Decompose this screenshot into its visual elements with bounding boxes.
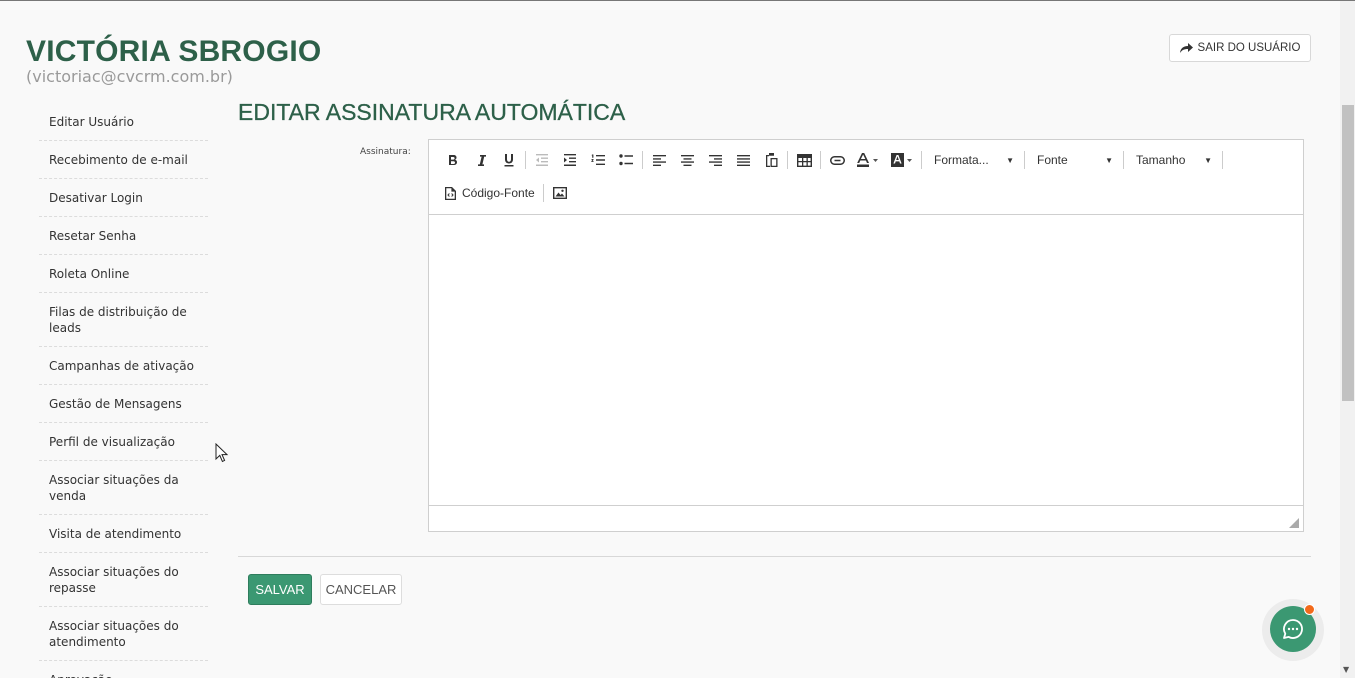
toolbar-separator bbox=[525, 151, 526, 169]
page-scrollbar[interactable]: ▼ bbox=[1340, 1, 1355, 678]
user-email: (victoriac@cvcrm.com.br) bbox=[26, 67, 233, 86]
scrollbar-thumb[interactable] bbox=[1342, 105, 1354, 401]
paste-text-button[interactable] bbox=[757, 149, 785, 171]
user-name: VICTÓRIA SBROGIO bbox=[26, 35, 322, 68]
scroll-down-arrow-icon[interactable]: ▼ bbox=[1343, 665, 1349, 674]
logout-button[interactable]: SAIR DO USUÁRIO bbox=[1169, 34, 1311, 62]
sidebar-item-aprovacao[interactable]: Aprovação bbox=[39, 661, 208, 678]
editor-statusbar bbox=[429, 505, 1303, 531]
size-select-value: Tamanho bbox=[1136, 153, 1186, 167]
mouse-cursor-icon bbox=[215, 443, 229, 463]
link-button[interactable] bbox=[823, 149, 851, 171]
text-color-button[interactable] bbox=[851, 149, 885, 171]
toolbar-separator bbox=[921, 151, 922, 169]
align-justify-button[interactable] bbox=[729, 149, 757, 171]
logout-label: SAIR DO USUÁRIO bbox=[1197, 42, 1301, 54]
image-button[interactable] bbox=[546, 182, 574, 204]
size-select[interactable]: Tamanho ▼ bbox=[1126, 149, 1220, 171]
align-center-button[interactable] bbox=[673, 149, 701, 171]
sidebar-item-situacoes-repasse[interactable]: Associar situações do repasse bbox=[39, 553, 208, 607]
background-color-button[interactable] bbox=[885, 149, 919, 171]
indent-button[interactable] bbox=[556, 149, 584, 171]
notification-dot bbox=[1304, 604, 1315, 615]
sidebar-item-gestao-mensagens[interactable]: Gestão de Mensagens bbox=[39, 385, 208, 423]
align-justify-icon bbox=[736, 154, 750, 166]
italic-icon bbox=[478, 154, 486, 166]
source-code-icon bbox=[445, 186, 456, 200]
sidebar-item-campanhas-ativacao[interactable]: Campanhas de ativação bbox=[39, 347, 208, 385]
chat-bubble-icon bbox=[1283, 619, 1303, 639]
align-left-button[interactable] bbox=[645, 149, 673, 171]
align-left-icon bbox=[652, 154, 666, 166]
bold-button[interactable] bbox=[439, 149, 467, 171]
sidebar-item-roleta-online[interactable]: Roleta Online bbox=[39, 255, 208, 293]
page-title: EDITAR ASSINATURA AUTOMÁTICA bbox=[238, 99, 626, 125]
form-divider bbox=[238, 556, 1311, 557]
font-select-value: Fonte bbox=[1037, 153, 1068, 167]
toolbar-separator bbox=[820, 151, 821, 169]
toolbar-separator bbox=[787, 151, 788, 169]
outdent-button[interactable] bbox=[528, 149, 556, 171]
underline-icon bbox=[504, 154, 514, 167]
save-button[interactable]: SALVAR bbox=[248, 574, 312, 605]
clipboard-icon bbox=[765, 153, 777, 167]
align-center-icon bbox=[680, 154, 694, 166]
font-select[interactable]: Fonte ▼ bbox=[1027, 149, 1121, 171]
chevron-down-icon: ▼ bbox=[1006, 155, 1014, 165]
sidebar-item-editar-usuario[interactable]: Editar Usuário bbox=[39, 103, 208, 141]
bullet-list-button[interactable] bbox=[612, 149, 640, 171]
underline-button[interactable] bbox=[495, 149, 523, 171]
resize-handle-icon[interactable] bbox=[1289, 518, 1299, 528]
italic-button[interactable] bbox=[467, 149, 495, 171]
table-button[interactable] bbox=[790, 149, 818, 171]
editor-toolbar: Formata... ▼ Fonte ▼ Tamanho ▼ Código-Fo… bbox=[429, 140, 1303, 215]
toolbar-separator bbox=[1222, 151, 1223, 169]
cancel-button[interactable]: CANCELAR bbox=[320, 574, 402, 605]
numbered-list-icon bbox=[591, 154, 605, 165]
chat-widget bbox=[1262, 599, 1324, 661]
indent-icon bbox=[564, 154, 576, 166]
editor-content-area[interactable] bbox=[429, 215, 1303, 506]
source-code-label: Código-Fonte bbox=[462, 186, 535, 200]
sidebar-menu: Editar Usuário Recebimento de e-mail Des… bbox=[39, 103, 208, 678]
bold-icon bbox=[449, 154, 457, 165]
sidebar-item-recebimento-email[interactable]: Recebimento de e-mail bbox=[39, 141, 208, 179]
signature-field-label: Assinatura: bbox=[360, 147, 411, 157]
text-color-icon bbox=[857, 153, 878, 167]
bullet-list-icon bbox=[619, 154, 633, 166]
align-right-button[interactable] bbox=[701, 149, 729, 171]
background-color-icon bbox=[891, 153, 912, 167]
align-right-icon bbox=[708, 154, 722, 166]
numbered-list-button[interactable] bbox=[584, 149, 612, 171]
format-select[interactable]: Formata... ▼ bbox=[924, 149, 1022, 171]
sidebar-item-visita-atendimento[interactable]: Visita de atendimento bbox=[39, 515, 208, 553]
rich-text-editor: Formata... ▼ Fonte ▼ Tamanho ▼ Código-Fo… bbox=[428, 139, 1304, 532]
sidebar-item-desativar-login[interactable]: Desativar Login bbox=[39, 179, 208, 217]
chevron-down-icon: ▼ bbox=[1105, 155, 1113, 165]
sidebar-item-situacoes-venda[interactable]: Associar situações da venda bbox=[39, 461, 208, 515]
share-arrow-icon bbox=[1179, 42, 1193, 53]
chevron-down-icon: ▼ bbox=[1204, 155, 1212, 165]
toolbar-separator bbox=[1123, 151, 1124, 169]
sidebar-item-resetar-senha[interactable]: Resetar Senha bbox=[39, 217, 208, 255]
outdent-icon bbox=[536, 154, 548, 166]
source-code-button[interactable]: Código-Fonte bbox=[439, 182, 541, 204]
image-icon bbox=[552, 187, 567, 199]
table-icon bbox=[796, 153, 812, 167]
link-icon bbox=[829, 155, 845, 165]
toolbar-separator bbox=[642, 151, 643, 169]
format-select-value: Formata... bbox=[934, 153, 989, 167]
sidebar-item-perfil-visualizacao[interactable]: Perfil de visualização bbox=[39, 423, 208, 461]
sidebar-item-situacoes-atendimento[interactable]: Associar situações do atendimento bbox=[39, 607, 208, 661]
sidebar-item-filas-distribuicao[interactable]: Filas de distribuição de leads bbox=[39, 293, 208, 347]
toolbar-separator bbox=[542, 184, 544, 202]
toolbar-separator bbox=[1024, 151, 1025, 169]
